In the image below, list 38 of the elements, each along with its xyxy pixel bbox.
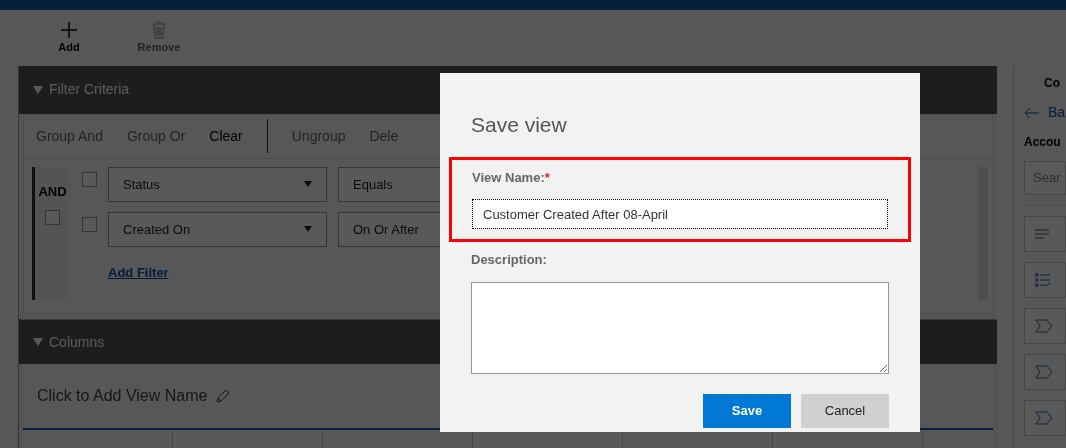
caret-icon: [33, 338, 43, 346]
side-item[interactable]: [1024, 354, 1066, 390]
view-name-prompt[interactable]: Click to Add View Name: [37, 384, 208, 408]
tag-icon: [1035, 365, 1053, 379]
back-link[interactable]: Ba: [1048, 102, 1066, 123]
dropdown-icon: [304, 226, 312, 233]
panel-title: Co: [1044, 75, 1061, 92]
back-arrow-icon: [1024, 106, 1040, 119]
trash-icon: [152, 20, 166, 39]
caret-icon: [33, 85, 43, 94]
section-label: Accou: [1024, 134, 1062, 151]
checkbox[interactable]: [82, 216, 97, 232]
checklist-icon: [1035, 273, 1051, 287]
dialog-title: Save view: [471, 112, 568, 138]
field-select[interactable]: Status: [108, 166, 327, 202]
group-operator: AND: [38, 183, 67, 202]
view-name-input[interactable]: Customer Created After 08-April: [472, 199, 888, 229]
plus-icon: [60, 20, 78, 39]
pencil-icon: [215, 388, 232, 404]
field-label: View Name:: [472, 168, 545, 187]
side-item[interactable]: [1024, 216, 1066, 252]
filter-action[interactable]: Clear: [209, 125, 243, 147]
tag-icon: [1035, 411, 1053, 425]
lines-icon: [1035, 229, 1049, 239]
side-item[interactable]: [1024, 308, 1066, 344]
cancel-button[interactable]: Cancel: [801, 393, 889, 428]
tag-icon: [1035, 319, 1053, 333]
description-input[interactable]: [471, 281, 889, 374]
side-item[interactable]: [1024, 262, 1066, 298]
checkbox[interactable]: [82, 171, 97, 187]
checkbox[interactable]: [45, 209, 60, 225]
toolbar-button[interactable]: Add: [44, 20, 94, 56]
required-mark: *: [544, 168, 550, 187]
field-label: Description:: [471, 251, 548, 269]
side-item[interactable]: [1024, 400, 1066, 436]
save-button[interactable]: Save: [703, 393, 791, 428]
field-select[interactable]: Created On: [108, 211, 327, 247]
dropdown-icon: [304, 181, 312, 188]
